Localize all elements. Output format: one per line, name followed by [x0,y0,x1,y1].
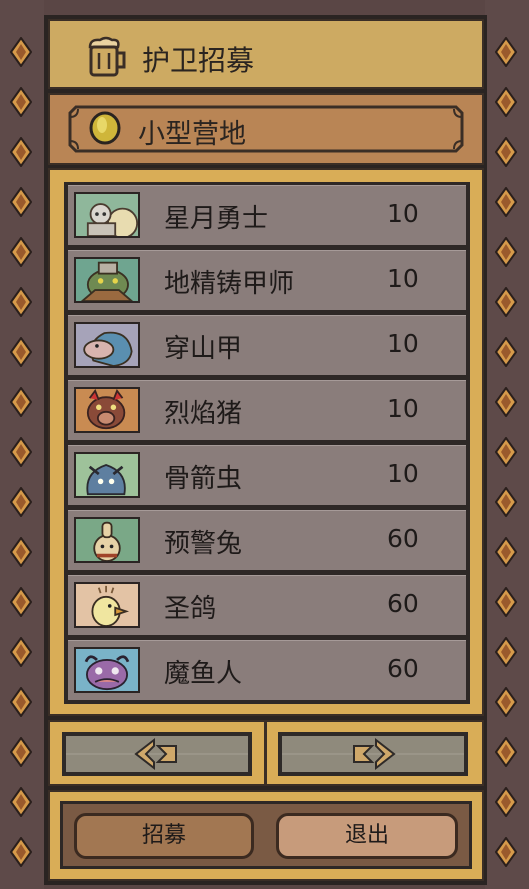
gem-ornament-icon [10,487,32,517]
unit-avatar-icon [74,647,140,693]
gem-ornament-icon [495,387,517,417]
gem-ornament-icon [495,687,517,717]
unit-avatar-icon [74,322,140,368]
gem-ornament-icon [10,837,32,867]
location-name: 小型营地 [138,119,246,150]
unit-cost: 10 [387,264,419,293]
gem-ornament-icon [495,737,517,767]
unit-name: 穿山甲 [164,334,243,364]
gem-ornament-icon [10,37,32,67]
next-page-button[interactable] [278,732,468,776]
unit-cost: 60 [387,589,419,618]
unit-name: 预警兔 [164,529,243,559]
right-rail [485,0,529,889]
exit-button[interactable]: 退出 [276,813,458,859]
unit-name: 圣鸽 [164,594,217,624]
unit-row[interactable]: 烈焰猪 10 [68,380,466,440]
gem-ornament-icon [10,537,32,567]
gem-ornament-icon [10,687,32,717]
unit-name: 地精铸甲师 [164,269,295,299]
unit-row[interactable]: 预警兔 60 [68,510,466,570]
unit-cost: 10 [387,459,419,488]
gem-ornament-icon [10,137,32,167]
gem-ornament-icon [495,337,517,367]
gem-ornament-icon [495,537,517,567]
gem-ornament-icon [495,137,517,167]
beer-mug-icon [88,36,126,77]
unit-row[interactable]: 魔鱼人 60 [68,640,466,700]
unit-row[interactable]: 骨箭虫 10 [68,445,466,505]
unit-name: 魔鱼人 [164,659,243,689]
location-frame [68,105,464,153]
unit-name: 星月勇士 [164,204,269,234]
gem-ornament-icon [495,37,517,67]
gem-ornament-icon [495,287,517,317]
unit-row[interactable]: 穿山甲 10 [68,315,466,375]
divider [264,722,267,784]
page-title: 护卫招募 [142,44,255,77]
unit-avatar-icon [74,387,140,433]
arrow-right-icon [282,737,464,771]
gem-ornament-icon [10,387,32,417]
unit-row[interactable]: 星月勇士 10 [68,185,466,245]
unit-avatar-icon [74,257,140,303]
gem-ornament-icon [10,637,32,667]
gem-ornament-icon [10,737,32,767]
gem-ornament-icon [495,587,517,617]
gem-ornament-icon [10,237,32,267]
gem-ornament-icon [495,787,517,817]
gem-ornament-icon [10,287,32,317]
unit-name: 烈焰猪 [164,399,243,429]
gem-ornament-icon [495,237,517,267]
gem-ornament-icon [495,837,517,867]
unit-avatar-icon [74,517,140,563]
unit-row[interactable]: 地精铸甲师 10 [68,250,466,310]
unit-cost: 60 [387,654,419,683]
gem-ornament-icon [495,187,517,217]
gem-ornament-icon [495,637,517,667]
unit-cost: 10 [387,394,419,423]
gem-ornament-icon [10,87,32,117]
left-rail [0,0,44,889]
gem-ornament-icon [495,87,517,117]
unit-cost: 10 [387,329,419,358]
prev-page-button[interactable] [62,732,252,776]
unit-avatar-icon [74,582,140,628]
gem-ornament-icon [495,437,517,467]
title-bar: 护卫招募 [48,19,484,89]
unit-cost: 10 [387,199,419,228]
gem-ornament-icon [10,187,32,217]
unit-avatar-icon [74,192,140,238]
gem-ornament-icon [495,487,517,517]
gold-coin-icon [89,111,121,145]
gem-ornament-icon [10,437,32,467]
gem-ornament-icon [10,787,32,817]
arrow-left-icon [66,737,248,771]
gem-ornament-icon [10,337,32,367]
unit-cost: 60 [387,524,419,553]
recruit-button[interactable]: 招募 [74,813,254,859]
gem-ornament-icon [10,587,32,617]
unit-name: 骨箭虫 [164,464,243,494]
unit-row[interactable]: 圣鸽 60 [68,575,466,635]
unit-avatar-icon [74,452,140,498]
